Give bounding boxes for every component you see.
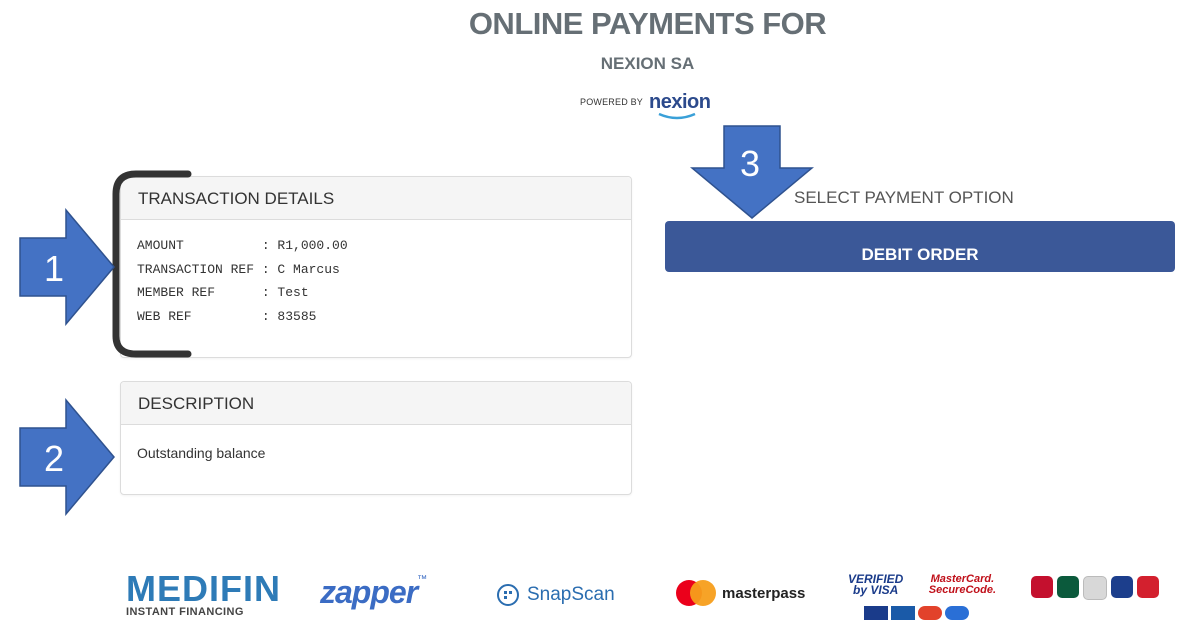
visa-electron-card-icon	[891, 606, 915, 620]
mastercard-icon	[918, 606, 942, 620]
snapscan-logo: SnapScan	[497, 584, 615, 606]
medifin-logo: MEDIFIN INSTANT FINANCING	[126, 568, 281, 619]
standard-bank-icon	[1111, 576, 1133, 598]
medifin-wordmark: MEDIFIN	[126, 568, 281, 609]
nexion-logo: nexion	[649, 91, 711, 120]
masterpass-wordmark: masterpass	[722, 584, 806, 602]
description-heading: DESCRIPTION	[121, 382, 631, 425]
powered-by-label: POWERED BY	[580, 97, 644, 107]
capitec-bank-icon	[1137, 576, 1159, 598]
nedbank-icon	[1057, 576, 1079, 598]
snapscan-icon	[497, 584, 519, 606]
detail-row-web-ref: WEB REF : 83585	[137, 308, 317, 324]
zapper-logo: zapper™	[320, 574, 427, 611]
detail-row-transaction-ref: TRANSACTION REF : C Marcus	[137, 261, 340, 277]
zapper-wordmark: zapper	[320, 574, 418, 610]
description-panel: DESCRIPTION Outstanding balance	[120, 381, 632, 495]
absa-bank-icon	[1031, 576, 1053, 598]
powered-by: POWERED BY nexion	[580, 91, 711, 120]
description-text: Outstanding balance	[137, 445, 266, 461]
debit-order-button[interactable]: DEBIT ORDER	[665, 221, 1175, 272]
callout-arrow-2-icon	[19, 398, 115, 516]
visa-card-icon	[864, 606, 888, 620]
nexion-logo-text: nexion	[649, 91, 711, 113]
callout-number-2: 2	[44, 438, 65, 479]
masterpass-circles-icon	[676, 580, 716, 606]
msc-line2: SecureCode.	[928, 584, 996, 596]
zapper-trademark: ™	[417, 574, 428, 585]
nexion-swoosh-icon	[658, 112, 696, 120]
fnb-bank-icon	[1083, 576, 1107, 600]
callout-number-3: 3	[740, 143, 761, 184]
vbv-line2: by VISA	[852, 583, 899, 597]
detail-row-member-ref: MEMBER REF : Test	[137, 285, 309, 300]
detail-row-amount: AMOUNT : R1,000.00	[137, 238, 348, 253]
card-brand-icons	[864, 606, 996, 620]
card-security-logos: VERIFIED by VISA MasterCard. SecureCode.	[848, 573, 996, 620]
page-title: ONLINE PAYMENTS FOR	[468, 6, 827, 41]
snapscan-wordmark: SnapScan	[527, 584, 615, 605]
select-payment-option-label: SELECT PAYMENT OPTION	[794, 188, 1014, 207]
callout-arrow-1-icon	[19, 208, 115, 326]
mastercard-securecode-logo: MasterCard. SecureCode.	[929, 574, 996, 596]
masterpass-logo: masterpass	[676, 580, 805, 606]
bank-logos	[1031, 576, 1159, 600]
merchant-name: NEXION SA	[600, 54, 695, 73]
callout-number-1: 1	[44, 248, 65, 289]
maestro-icon	[945, 606, 969, 620]
bracket-callout-icon	[112, 170, 192, 358]
verified-by-visa-logo: VERIFIED by VISA	[848, 573, 903, 597]
